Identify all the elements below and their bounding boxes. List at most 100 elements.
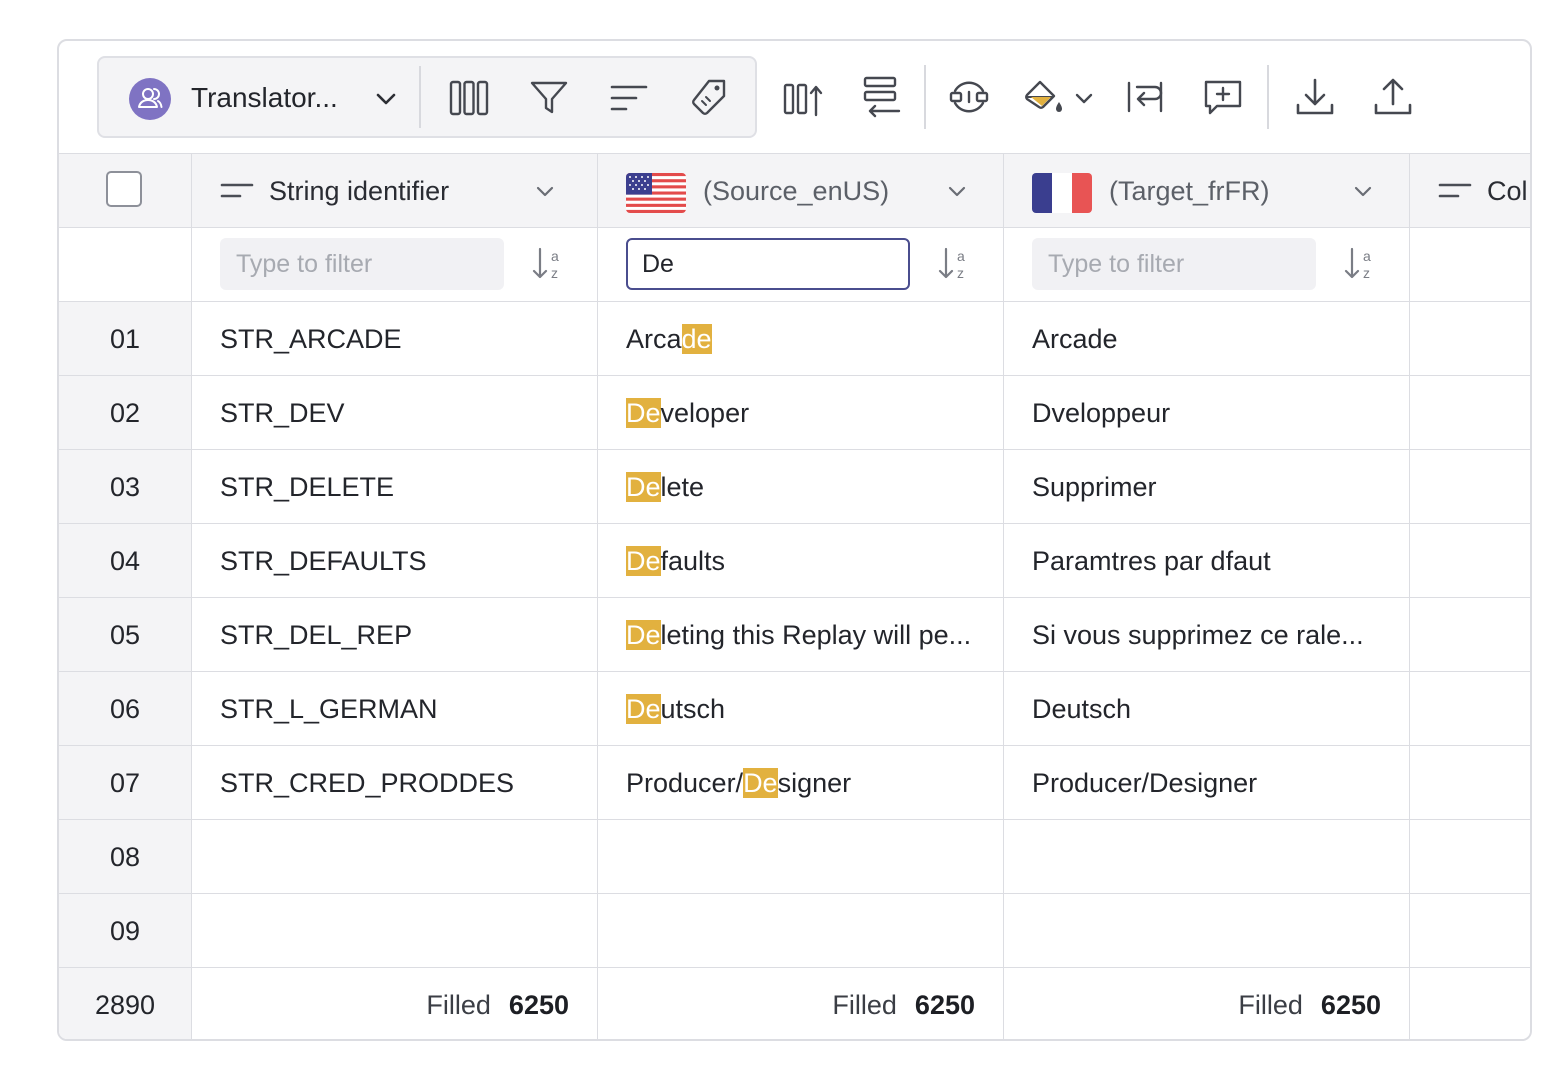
insert-column-button[interactable] xyxy=(781,75,825,119)
insert-column-icon xyxy=(783,83,823,117)
target-cell[interactable]: Arcade xyxy=(1004,302,1410,375)
col-cell[interactable] xyxy=(1410,820,1530,893)
row-number[interactable]: 03 xyxy=(59,450,192,523)
string-id-cell[interactable]: STR_DELETE xyxy=(192,450,598,523)
col-cell[interactable] xyxy=(1410,302,1530,375)
filled-label: Filled xyxy=(1238,990,1303,1020)
filled-count: 6250 xyxy=(1320,990,1381,1020)
source-cell[interactable]: Deleting this Replay will pe... xyxy=(598,598,1004,671)
filter-input[interactable] xyxy=(1032,238,1316,290)
select-all-cell xyxy=(59,154,192,227)
toolbar-divider xyxy=(924,65,926,129)
insert-row-button[interactable] xyxy=(859,75,903,119)
text-column-icon xyxy=(1438,183,1472,198)
row-number[interactable]: 02 xyxy=(59,376,192,449)
col-cell[interactable] xyxy=(1410,376,1530,449)
source-cell[interactable] xyxy=(598,894,1004,967)
chevron-down-icon[interactable] xyxy=(1071,85,1097,111)
target-cell[interactable]: Deutsch xyxy=(1004,672,1410,745)
row-number[interactable]: 05 xyxy=(59,598,192,671)
toolbar: Translator... xyxy=(59,41,1530,154)
svg-text:a: a xyxy=(1363,248,1371,264)
wrap-text-button[interactable] xyxy=(1123,75,1167,119)
tag-button[interactable] xyxy=(687,76,731,120)
chevron-down-icon[interactable] xyxy=(1350,178,1376,204)
target-cell[interactable]: Paramtres par dfaut xyxy=(1004,524,1410,597)
col-cell[interactable] xyxy=(1410,450,1530,523)
col-cell[interactable] xyxy=(1410,524,1530,597)
wrap-text-icon xyxy=(1127,81,1163,113)
col-cell[interactable] xyxy=(1410,894,1530,967)
table-row: 07 STR_CRED_PRODDES Producer/Designer Produ… xyxy=(59,746,1530,820)
sort-az-icon[interactable]: a z xyxy=(530,244,570,284)
target-cell[interactable] xyxy=(1004,894,1410,967)
sort-az-icon[interactable]: a z xyxy=(1342,244,1382,284)
table-row: 03 STR_DELETE Delete Supprimer xyxy=(59,450,1530,524)
source-cell[interactable]: Defaults xyxy=(598,524,1004,597)
target-cell[interactable]: Dveloppeur xyxy=(1004,376,1410,449)
column-header-string-identifier[interactable]: String identifier xyxy=(192,154,598,228)
columns-button[interactable] xyxy=(447,76,491,120)
string-id-cell[interactable]: STR_DEV xyxy=(192,376,598,449)
svg-text:a: a xyxy=(957,248,965,264)
string-id-cell[interactable]: STR_ARCADE xyxy=(192,302,598,375)
source-cell[interactable]: Producer/Designer xyxy=(598,746,1004,819)
chevron-down-icon[interactable] xyxy=(371,84,401,114)
source-cell[interactable]: Deutsch xyxy=(598,672,1004,745)
source-cell[interactable]: Arcade xyxy=(598,302,1004,375)
add-comment-button[interactable] xyxy=(1201,75,1245,119)
tag-icon xyxy=(692,79,726,115)
sort-button[interactable] xyxy=(607,76,651,120)
string-id-cell[interactable]: STR_DEL_REP xyxy=(192,598,598,671)
col-cell[interactable] xyxy=(1410,598,1530,671)
target-cell[interactable] xyxy=(1004,820,1410,893)
source-cell[interactable] xyxy=(598,820,1004,893)
column-header-col[interactable]: Col xyxy=(1410,154,1530,228)
view-avatar[interactable] xyxy=(129,78,171,120)
filter-input[interactable] xyxy=(626,238,910,290)
target-cell[interactable]: Si vous supprimez ce rale... xyxy=(1004,598,1410,671)
string-id-cell[interactable] xyxy=(192,820,598,893)
fr-flag-icon xyxy=(1032,173,1092,213)
text-column-icon xyxy=(220,183,254,198)
add-comment-icon xyxy=(1204,80,1242,115)
target-cell[interactable]: Supprimer xyxy=(1004,450,1410,523)
select-all-checkbox[interactable] xyxy=(106,171,142,207)
string-id-cell[interactable] xyxy=(192,894,598,967)
filter-match-highlight: De xyxy=(743,768,778,798)
table-row: 02 STR_DEV Developer Dveloppeur xyxy=(59,376,1530,450)
row-number[interactable]: 04 xyxy=(59,524,192,597)
string-id-cell[interactable]: STR_L_GERMAN xyxy=(192,672,598,745)
view-selector[interactable]: Translator... xyxy=(191,82,338,114)
chevron-down-icon[interactable] xyxy=(532,178,558,204)
col-cell[interactable] xyxy=(1410,746,1530,819)
column-header-target[interactable]: (Target_frFR) xyxy=(1004,154,1410,228)
chevron-down-icon[interactable] xyxy=(944,178,970,204)
row-number[interactable]: 07 xyxy=(59,746,192,819)
col-cell[interactable] xyxy=(1410,672,1530,745)
total-count: 2890 xyxy=(59,968,192,1039)
svg-text:z: z xyxy=(957,265,964,281)
sort-icon xyxy=(610,85,648,111)
filter-match-highlight: De xyxy=(626,694,661,724)
column-header-row: String identifier (Source_enUS) (Target_… xyxy=(59,154,1530,228)
row-number[interactable]: 06 xyxy=(59,672,192,745)
filter-button[interactable] xyxy=(527,76,571,120)
source-cell[interactable]: Developer xyxy=(598,376,1004,449)
upload-button[interactable] xyxy=(1371,75,1415,119)
view-toggle-button[interactable] xyxy=(947,75,991,119)
fill-color-button[interactable] xyxy=(1021,75,1065,119)
row-number[interactable]: 08 xyxy=(59,820,192,893)
row-number[interactable]: 01 xyxy=(59,302,192,375)
source-cell[interactable]: Delete xyxy=(598,450,1004,523)
paint-bucket-icon xyxy=(1025,80,1062,112)
string-id-cell[interactable]: STR_CRED_PRODDES xyxy=(192,746,598,819)
table-row: 06 STR_L_GERMAN Deutsch Deutsch xyxy=(59,672,1530,746)
sort-az-icon[interactable]: a z xyxy=(936,244,976,284)
string-id-cell[interactable]: STR_DEFAULTS xyxy=(192,524,598,597)
row-number[interactable]: 09 xyxy=(59,894,192,967)
filter-input[interactable] xyxy=(220,238,504,290)
download-button[interactable] xyxy=(1293,75,1337,119)
column-header-source[interactable]: (Source_enUS) xyxy=(598,154,1004,228)
target-cell[interactable]: Producer/Designer xyxy=(1004,746,1410,819)
